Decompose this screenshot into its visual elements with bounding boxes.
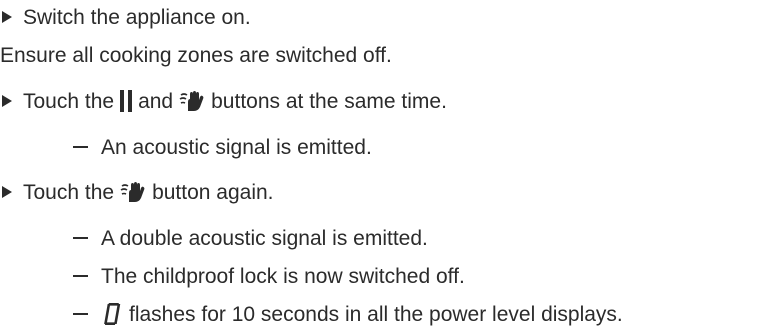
result-acoustic-signal: An acoustic signal is emitted.	[73, 133, 372, 161]
step-text-before: Touch the	[23, 89, 115, 113]
step-switch-on: Switch the appliance on.	[0, 3, 251, 31]
step-touch-both: Touch the and buttons at the same time.	[0, 87, 447, 115]
step-text: Switch the appliance on.	[23, 5, 251, 29]
step-text-middle: and	[138, 89, 174, 113]
bullet-arrow-icon	[2, 95, 12, 107]
result-double-signal: A double acoustic signal is emitted.	[73, 224, 428, 252]
step-text-before: Touch the	[23, 180, 115, 204]
childproof-lock-icon	[179, 91, 204, 111]
note-text: Ensure all cooking zones are switched of…	[0, 43, 392, 67]
dash-marker	[73, 275, 89, 277]
result-text: The childproof lock is now switched off.	[101, 264, 465, 288]
result-text: flashes for 10 seconds in all the power …	[129, 302, 623, 326]
result-text: An acoustic signal is emitted.	[101, 135, 372, 159]
seven-segment-zero-icon	[104, 303, 121, 325]
instruction-page: Switch the appliance on. Ensure all cook…	[0, 0, 771, 332]
result-lock-off: The childproof lock is now switched off.	[73, 262, 465, 290]
bullet-arrow-icon	[2, 186, 12, 198]
pause-icon	[120, 90, 133, 112]
bullet-arrow-icon	[2, 11, 12, 23]
dash-marker	[73, 313, 89, 315]
dash-marker	[73, 146, 89, 148]
childproof-lock-icon	[120, 182, 145, 202]
result-display-flash: flashes for 10 seconds in all the power …	[73, 300, 623, 328]
step-text-after: button again.	[152, 180, 274, 204]
step-touch-again: Touch the button again.	[0, 178, 274, 206]
result-text: A double acoustic signal is emitted.	[101, 226, 428, 250]
dash-marker	[73, 237, 89, 239]
note-zones-off: Ensure all cooking zones are switched of…	[0, 41, 392, 69]
step-text-after: buttons at the same time.	[211, 89, 447, 113]
